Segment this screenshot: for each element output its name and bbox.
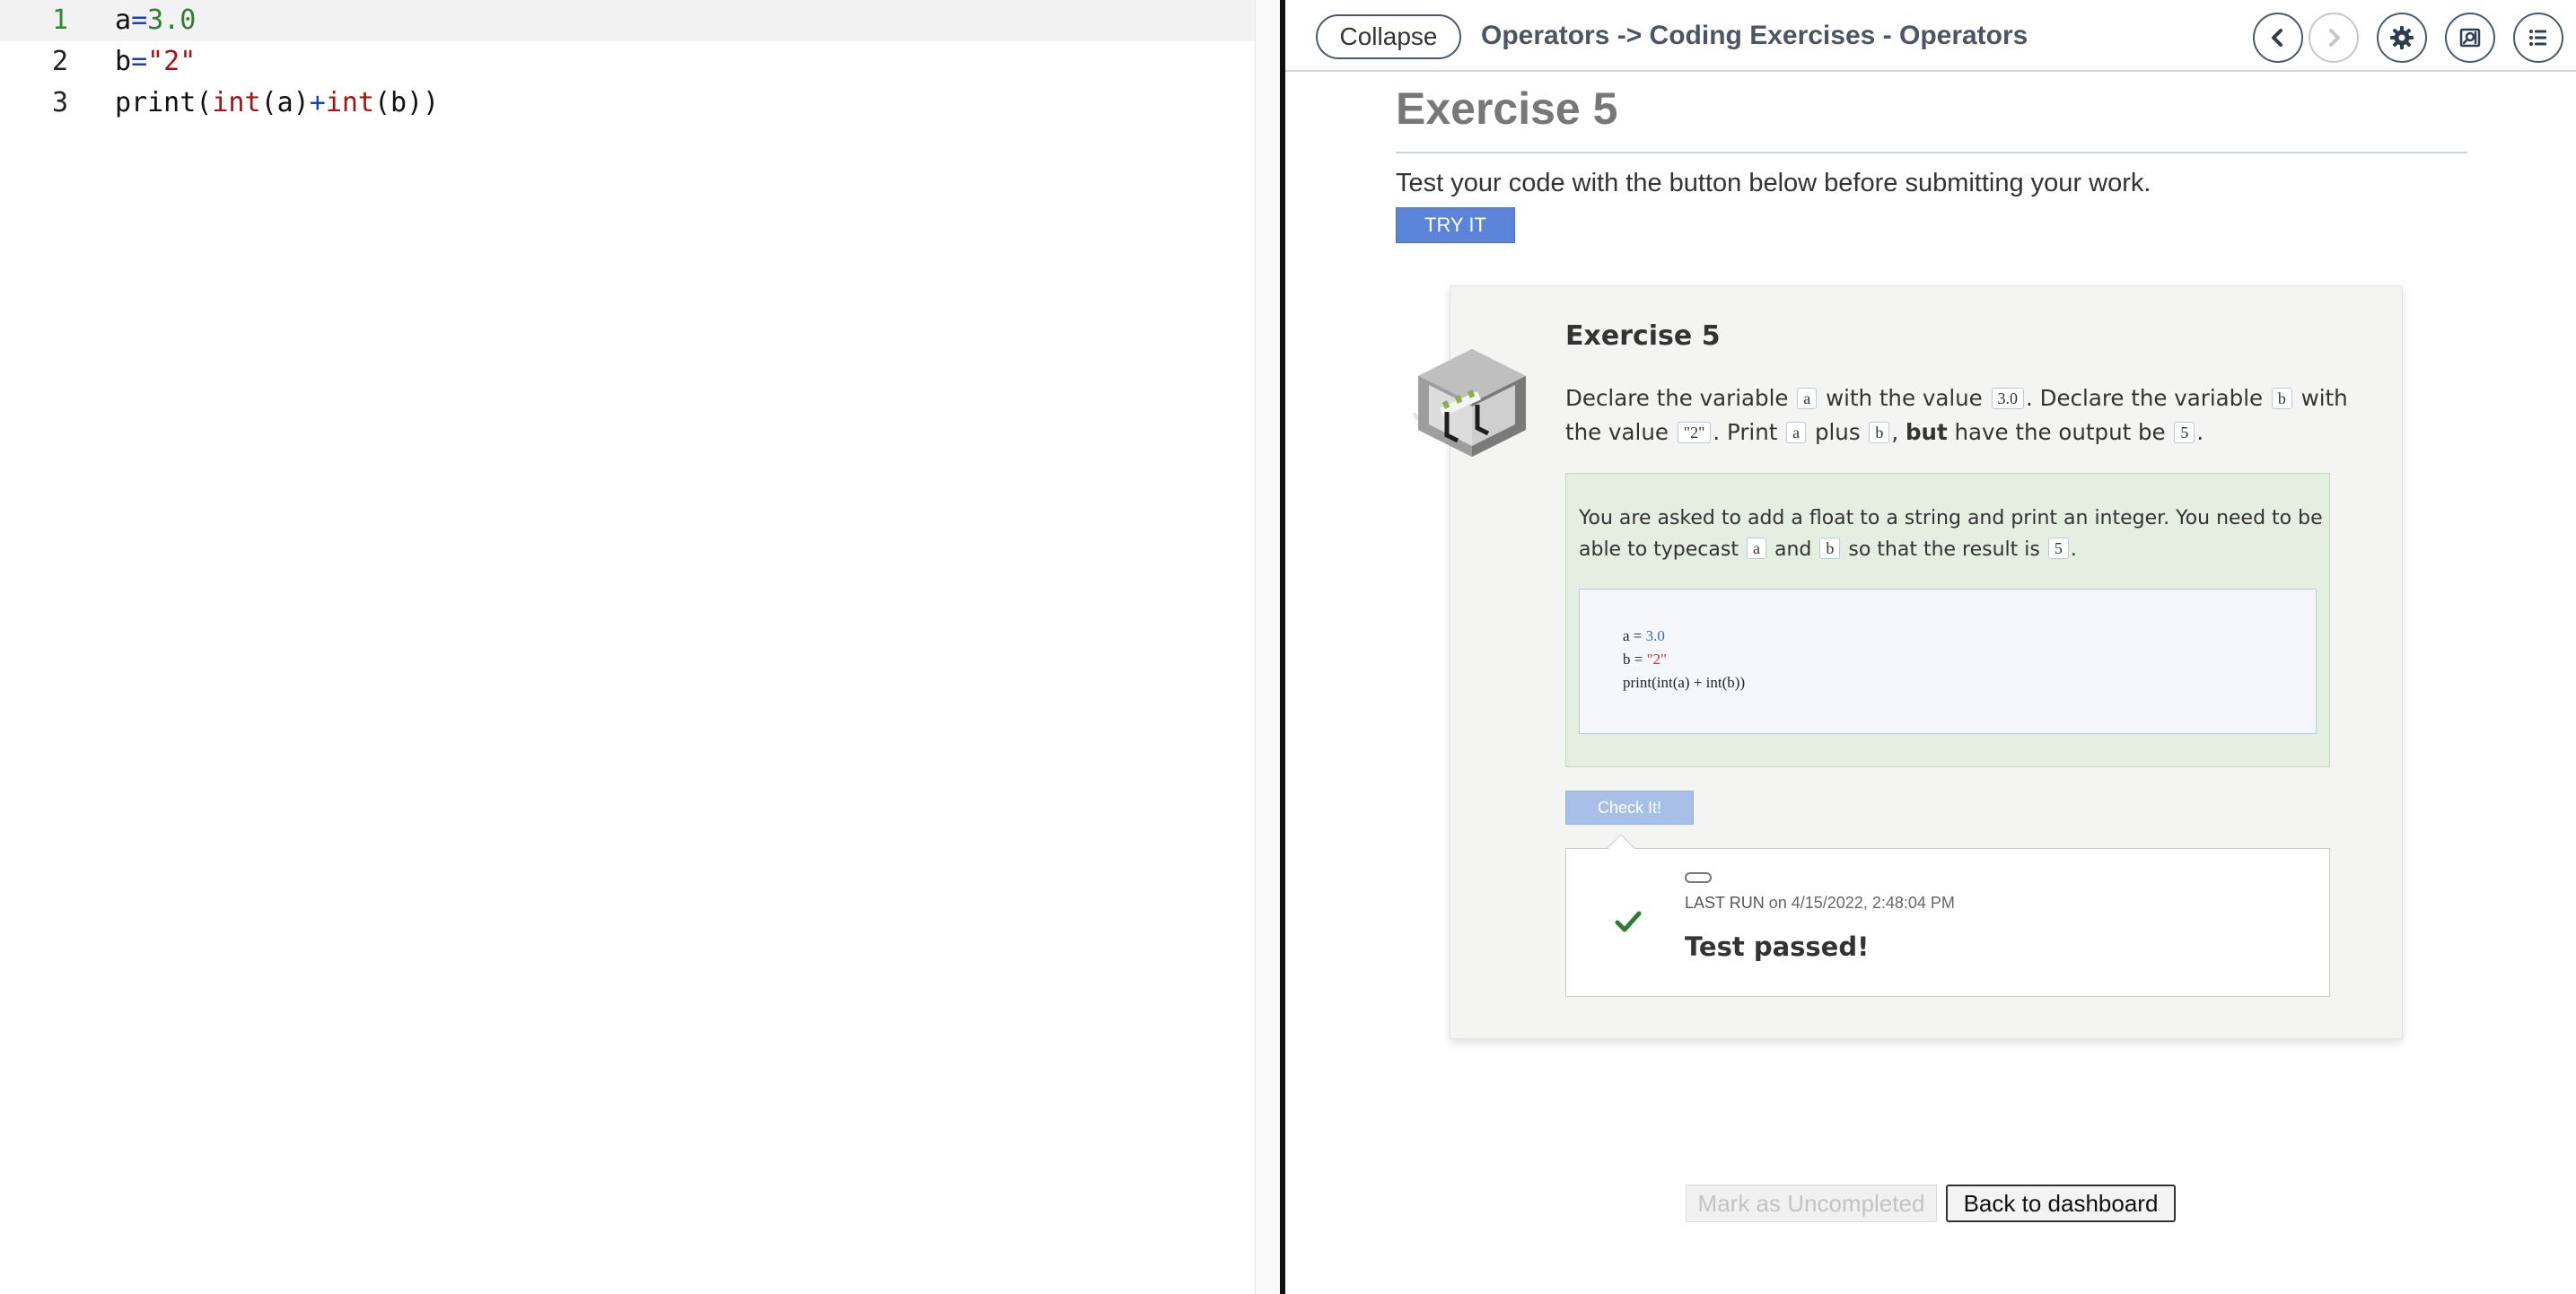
exercise-pane: Collapse Operators -> Coding Exercises -… [1285,0,2576,1294]
chevron-left-icon [2272,29,2282,47]
list-icon [2529,30,2546,46]
result-pointer [1607,834,1635,862]
sample-code-line: print(int(a) + int(b)) [1623,674,1746,691]
sample-code-line: b = "2" [1623,651,1667,668]
hint-fragment: and [1774,538,1812,561]
desc-text: . Print [1713,419,1778,445]
toc-button[interactable] [2513,13,2563,63]
last-run-label: LAST RUN [1685,894,1765,912]
desc-text: have the output be [1954,419,2166,445]
code-chip: a [1746,538,1766,559]
code-chip: a [1797,388,1818,409]
hint-fragment: so that the result is [1848,538,2040,561]
line-number: 2 [51,46,68,77]
code-line[interactable]: 2 b="2" [0,41,1255,83]
result-panel: LAST RUN on 4/15/2022, 2:48:04 PM Test p… [1565,834,2330,997]
code-chip: 3.0 [1991,388,2025,409]
editor-scrollbar[interactable] [1255,0,1280,1294]
page-title: Exercise 5 [1396,83,1618,134]
hint-text: You are asked to add a float to a string… [1579,503,2324,565]
next-button[interactable] [2309,13,2359,63]
code-chip: b [1869,422,1890,443]
code-token: (a) [260,87,310,118]
desc-emphasis: but [1906,419,1948,445]
desc-text: , [1891,419,1899,445]
code-line[interactable]: 1 a=3.0 [0,0,1255,41]
code-text: print(int(a)+int(b)) [115,83,439,124]
settings-button[interactable] [2377,13,2427,63]
code-line[interactable]: 3 print(int(a)+int(b)) [0,83,1255,124]
code-chip: a [1786,422,1807,443]
sample-code-block: a = 3.0 b = "2" print(int(a) + int(b)) [1579,589,2317,734]
status-toggle-indicator[interactable] [1685,872,1712,883]
code-token: "2" [147,46,197,77]
code-chip: b [1819,538,1841,559]
exercise-description: Declare the variable a with the value 3.… [1565,381,2355,450]
desc-text: Declare the variable [1565,385,1789,411]
code-token: 3.0 [147,4,197,36]
desc-text: . [2196,419,2204,445]
instruction-text: Test your code with the button below bef… [1396,169,2151,197]
code-chip: 5 [2047,538,2069,559]
line-number: 3 [51,87,68,118]
reader-search-button[interactable] [2445,13,2495,63]
desc-text: with the value [1826,385,1983,411]
code-text: a=3.0 [115,0,196,41]
gear-icon [2390,26,2414,49]
code-token: + [309,87,326,118]
code-chip: "2" [1677,422,1712,443]
try-it-button[interactable]: TRY IT [1396,207,1515,243]
search-reader-icon [2459,28,2481,48]
check-it-button[interactable]: Check It! [1565,791,1694,825]
hint-panel: You are asked to add a float to a string… [1565,473,2330,767]
code-token: = [131,4,148,36]
last-run-text: LAST RUN on 4/15/2022, 2:48:04 PM [1685,894,1955,913]
mark-uncompleted-button[interactable]: Mark as Uncompleted [1686,1185,1937,1222]
code-chip: b [2271,388,2292,409]
code-token: = [131,46,148,77]
code-token: a [115,4,132,36]
code-token: b [115,46,132,77]
previous-button[interactable] [2253,13,2303,63]
last-run-time: on 4/15/2022, 2:48:04 PM [1768,894,1955,912]
chevron-right-icon [2329,29,2340,47]
divider [1396,152,2467,153]
hint-fragment: . [2070,538,2077,561]
code-chip: 5 [2174,422,2195,443]
code-editor[interactable]: 1 a=3.0 2 b="2" 3 print(int(a)+int(b)) [0,0,1255,1294]
test-status: Test passed! [1685,931,1870,962]
code-text: b="2" [115,41,196,83]
code-token: int [325,87,374,118]
code-token: (b)) [374,87,440,118]
top-bar: Collapse Operators -> Coding Exercises -… [1285,0,2576,72]
back-to-dashboard-button[interactable]: Back to dashboard [1946,1185,2176,1222]
desc-text: plus [1814,419,1861,445]
collapse-button[interactable]: Collapse [1316,14,1461,59]
breadcrumb-title: Operators -> Coding Exercises - Operator… [1481,21,2028,50]
line-number: 1 [51,4,68,36]
desc-text: . Declare the variable [2026,385,2264,411]
coding-exercise-icon [1413,349,1526,457]
code-token: int [212,87,261,118]
code-token: print( [115,87,213,118]
exercise-card: Exercise 5 Declare the variable a with t… [1413,285,2403,1039]
exercise-title: Exercise 5 [1565,320,1721,352]
sample-code-line: a = 3.0 [1623,627,1665,644]
checkmark-icon [1615,911,1642,932]
